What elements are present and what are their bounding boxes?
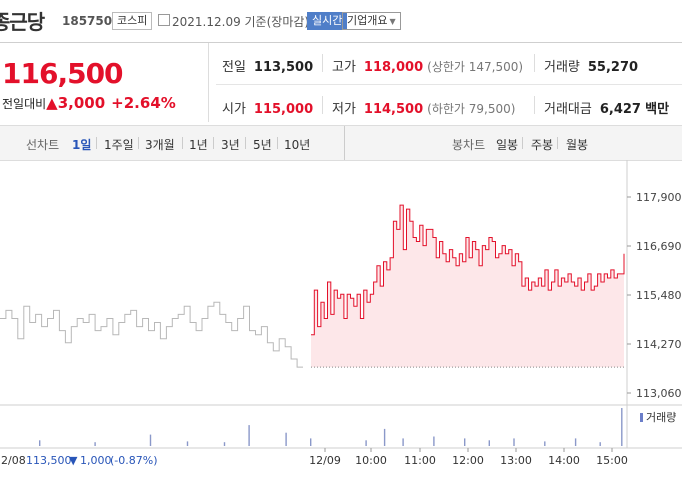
volume-bar [513, 438, 515, 446]
stat-turnover: 거래대금 6,427 백만 [544, 102, 670, 117]
x-tick-label: 11:00 [404, 454, 436, 467]
volume-bar [402, 438, 404, 446]
stat-open: 시가 115,000 [222, 102, 314, 117]
x-tick-label: 12:00 [452, 454, 484, 467]
volume-bar [248, 425, 250, 446]
chart-tab-bar: 선차트 1일 1주일 3개월 1년 3년 5년 10년 봉차트 일봉 주봉 월봉 [0, 125, 682, 161]
volume-panel [39, 408, 623, 446]
x-tick-label: 12/09 [309, 454, 341, 467]
tab-period-3y[interactable]: 3년 [221, 136, 240, 153]
volume-bar [365, 440, 367, 446]
change-label: 전일대비 [2, 97, 47, 111]
date-text: 2021.12.09 기준(장마감) [172, 15, 310, 29]
volume-bar [186, 441, 189, 446]
stat-high: 고가 118,000 (상한가 147,500) [332, 60, 524, 75]
stock-code: 185750 [62, 14, 113, 28]
y-tick-label: 113,060 [636, 387, 682, 400]
volume-bar [39, 440, 41, 446]
volume-bar [383, 428, 386, 446]
prev-day-percent: (-0.87%) [110, 454, 158, 467]
price-summary: 116,500 전일대비▲3,000 +2.64% [0, 43, 209, 122]
volume-bar [544, 441, 546, 446]
volume-bar [310, 438, 312, 446]
current-price: 116,500 [2, 57, 124, 90]
company-overview-button[interactable]: 기업개요 ▼ [342, 12, 401, 30]
x-tick-label: 13:00 [500, 454, 532, 467]
tab-period-5y[interactable]: 5년 [253, 136, 272, 153]
volume-legend-swatch [640, 413, 643, 422]
x-tick-label: 15:00 [596, 454, 628, 467]
volume-bar [223, 442, 226, 446]
calendar-icon [158, 14, 170, 26]
volume-bar [433, 436, 435, 446]
volume-bar [149, 434, 152, 446]
tab-period-3m[interactable]: 3개월 [145, 136, 175, 153]
line-chart-label: 선차트 [26, 138, 60, 152]
candle-chart-label: 봉차트 [452, 138, 486, 152]
today-area [311, 204, 625, 368]
prev-day-date: 12/08 [0, 454, 26, 467]
prev-day-change: 1,000 [80, 454, 112, 467]
volume-bar [464, 438, 466, 446]
change-percent: +2.64% [111, 94, 176, 112]
y-tick-label: 115,480 [636, 289, 682, 302]
prev-day-summary: 12/08 113,500 ▼ 1,000 (-0.87%) [0, 454, 158, 467]
prev-day-series [0, 301, 303, 368]
x-tick-label: 10:00 [355, 454, 387, 467]
stat-prev-close: 전일 113,500 [222, 60, 314, 75]
y-tick-label: 116,690 [636, 240, 682, 253]
intraday-price-chart[interactable]: 117,900 116,690 115,480 114,270 113,060 12/0… [0, 160, 682, 477]
tab-candle-weekly[interactable]: 주봉 [531, 136, 553, 153]
tab-period-1w[interactable]: 1주일 [104, 136, 134, 153]
stock-name: 종근당 [0, 10, 45, 34]
down-arrow-icon: ▼ [69, 454, 78, 467]
volume-label: 거래량 [646, 411, 676, 424]
tab-candle-monthly[interactable]: 월봉 [566, 136, 588, 153]
volume-bar [574, 438, 577, 446]
y-tick-label: 114,270 [636, 338, 682, 351]
chevron-down-icon: ▼ [389, 17, 396, 26]
price-change: 전일대비▲3,000 +2.64% [2, 94, 176, 112]
volume-bar [94, 442, 96, 446]
prev-day-price: 113,500 [26, 454, 72, 467]
tab-period-1y[interactable]: 1년 [189, 136, 208, 153]
stat-volume: 거래량 55,270 [544, 60, 639, 75]
change-value: 3,000 [57, 94, 106, 112]
volume-bar [621, 408, 623, 446]
market-badge: 코스피 [112, 12, 153, 30]
stock-header: 종근당 185750 코스피 2021.12.09 기준(장마감) 실시간 기업… [0, 0, 682, 43]
y-tick-label: 117,900 [636, 191, 682, 204]
tab-period-1d[interactable]: 1일 [72, 136, 91, 153]
volume-bar [488, 440, 490, 446]
stat-low: 저가 114,500 (하한가 79,500) [332, 102, 516, 117]
x-tick-label: 14:00 [548, 454, 580, 467]
tab-candle-daily[interactable]: 일봉 [496, 136, 518, 153]
x-axis-ticks: 12/09 10:00 11:00 12:00 13:00 14:00 15:00 [309, 448, 628, 467]
prev-day-line [0, 301, 303, 368]
up-arrow-icon: ▲ [46, 94, 58, 112]
volume-bar [285, 432, 287, 446]
y-axis-ticks: 117,900 116,690 115,480 114,270 113,060 [627, 191, 682, 400]
volume-bar [599, 442, 601, 446]
tab-period-10y[interactable]: 10년 [284, 136, 310, 153]
